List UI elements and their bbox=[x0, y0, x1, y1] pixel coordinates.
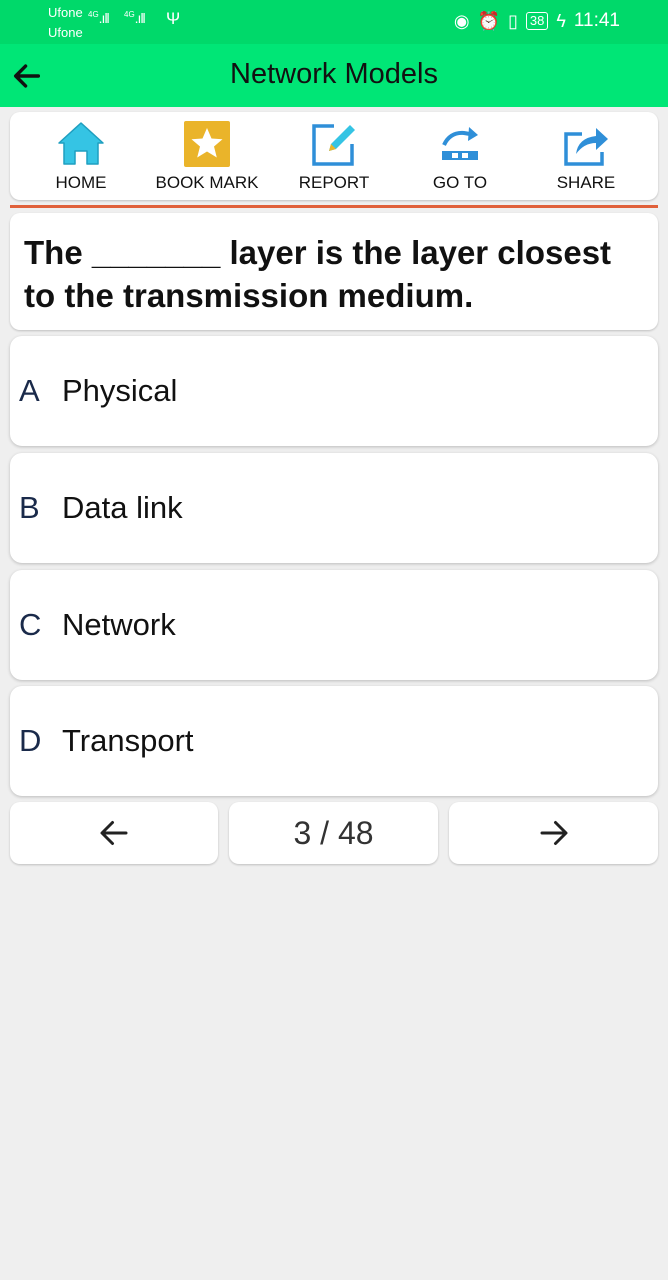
option-text: Transport bbox=[62, 723, 194, 758]
bookmark-button[interactable]: BOOK MARK bbox=[147, 118, 267, 198]
share-label: SHARE bbox=[556, 173, 616, 192]
bookmark-label: BOOK MARK bbox=[155, 173, 259, 192]
toolbar-divider bbox=[10, 205, 658, 208]
home-button[interactable]: HOME bbox=[21, 118, 141, 198]
goto-button[interactable]: GO TO bbox=[400, 118, 520, 198]
share-button[interactable]: SHARE bbox=[526, 118, 646, 198]
option-c[interactable]: C Network bbox=[10, 570, 658, 680]
clock-time: 11:41 bbox=[573, 10, 620, 31]
arrow-right-icon bbox=[540, 821, 567, 845]
carrier-name-2: Ufone bbox=[48, 25, 83, 40]
option-text: Data link bbox=[62, 490, 183, 525]
option-text: Physical bbox=[62, 373, 178, 408]
report-label: REPORT bbox=[298, 173, 370, 192]
carrier-name-1: Ufone bbox=[48, 5, 83, 20]
next-question-button[interactable] bbox=[449, 802, 658, 864]
question-text: The _______ layer is the layer closest t… bbox=[24, 234, 612, 314]
page-counter: 3 / 48 bbox=[293, 814, 374, 851]
usb-icon: Ψ bbox=[166, 9, 181, 28]
home-icon bbox=[58, 122, 104, 165]
share-icon bbox=[564, 128, 608, 166]
battery-icon: 38 bbox=[525, 12, 549, 30]
option-letter: C bbox=[19, 607, 42, 642]
option-letter: D bbox=[19, 723, 42, 758]
page-indicator: 3 / 48 bbox=[229, 802, 438, 864]
edit-icon bbox=[312, 124, 355, 166]
option-a[interactable]: A Physical bbox=[10, 336, 658, 446]
charging-icon: ϟ bbox=[556, 10, 566, 31]
alarm-icon: ⏰ bbox=[477, 10, 500, 31]
home-label: HOME bbox=[55, 173, 107, 192]
question-card: The _______ layer is the layer closest t… bbox=[10, 213, 658, 330]
option-letter: A bbox=[19, 373, 40, 408]
signal-icon-1: 4G.ıll bbox=[88, 10, 110, 26]
status-right: ◉ ⏰ ▯ 38 ϟ 11:41 bbox=[454, 10, 620, 32]
option-text: Network bbox=[62, 607, 176, 642]
page-title: Network Models bbox=[230, 58, 438, 90]
report-button[interactable]: REPORT bbox=[274, 118, 394, 198]
app-bar: Network Models bbox=[0, 44, 668, 107]
vibrate-icon: ▯ bbox=[507, 10, 518, 31]
action-toolbar: HOME BOOK MARK REPORT GO TO SHARE bbox=[10, 112, 658, 200]
eye-icon: ◉ bbox=[453, 10, 470, 31]
option-letter: B bbox=[19, 490, 40, 525]
goto-label: GO TO bbox=[432, 173, 488, 192]
star-icon bbox=[184, 121, 230, 167]
previous-question-button[interactable] bbox=[10, 802, 218, 864]
redo-icon bbox=[442, 127, 478, 160]
arrow-left-icon bbox=[100, 821, 128, 845]
signal-icon-2: 4G.ıll bbox=[124, 10, 146, 26]
option-d[interactable]: D Transport bbox=[10, 686, 658, 796]
option-b[interactable]: B Data link bbox=[10, 453, 658, 563]
status-bar: Ufone Ufone 4G.ıll 4G.ıll Ψ ◉ ⏰ ▯ 38 ϟ 1… bbox=[0, 0, 668, 44]
